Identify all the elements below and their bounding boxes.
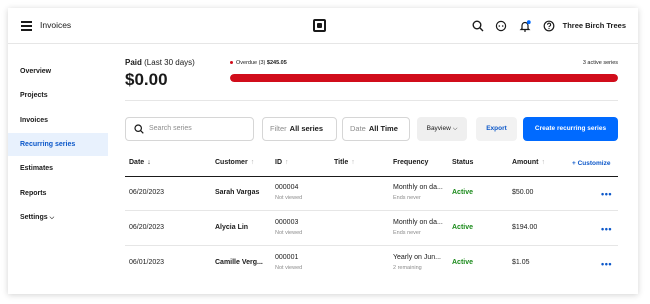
top-bar: Invoices Three Birch Trees: [8, 8, 638, 44]
more-actions-icon[interactable]: •••: [601, 189, 612, 199]
status-badge: Active: [452, 259, 474, 266]
chevron-down-icon: ⌵: [452, 126, 458, 132]
cell-frequency: Yearly on Jun...: [393, 254, 441, 261]
more-actions-icon[interactable]: •••: [601, 259, 612, 269]
sidebar-item-reports[interactable]: Reports: [8, 182, 108, 205]
cell-frequency-ends: Ends never: [393, 195, 421, 201]
search-icon: [134, 124, 144, 134]
sidebar: Overview Projects Invoices Recurring ser…: [8, 44, 108, 294]
export-button[interactable]: Export: [476, 117, 517, 141]
sort-up-icon: ↑: [250, 159, 255, 166]
search-input[interactable]: Search series: [125, 117, 254, 141]
table-row[interactable]: 06/20/2023 Sarah Vargas 000004 Not viewe…: [125, 176, 618, 211]
column-date-label: Date: [129, 159, 145, 166]
date-value: All Time: [368, 124, 398, 133]
cell-id: 000004: [275, 184, 299, 191]
cell-amount: $1.05: [512, 259, 530, 266]
location-label: Bayview: [426, 125, 451, 132]
overdue-amount: $245.05: [266, 60, 287, 66]
cell-customer: Sarah Vargas: [215, 189, 260, 196]
overdue-progress-fill: [230, 74, 618, 82]
app-title: Invoices: [40, 20, 72, 30]
status-badge: Active: [452, 224, 474, 231]
column-header-amount[interactable]: Amount ↑: [512, 159, 545, 166]
column-header-frequency[interactable]: Frequency: [393, 159, 428, 166]
cell-frequency-ends: 2 remaining: [393, 265, 422, 271]
overdue-label: Overdue (3): [236, 60, 266, 66]
sidebar-item-settings-label: Settings: [20, 214, 48, 221]
sort-up-icon: ↑: [285, 159, 289, 166]
overdue-legend: Overdue (3) $245.05: [230, 60, 287, 66]
notifications-icon[interactable]: [519, 20, 531, 32]
paid-label-period: (Last 30 days): [141, 58, 195, 67]
divider: [125, 100, 618, 101]
table-row[interactable]: 06/20/2023 Alycia Lin 000003 Not viewed …: [125, 211, 618, 246]
sidebar-item-recurring-series[interactable]: Recurring series: [8, 133, 108, 156]
cell-frequency: Monthly on da...: [393, 219, 443, 226]
sidebar-item-projects[interactable]: Projects: [8, 84, 108, 107]
business-name[interactable]: Three Birch Trees: [563, 21, 626, 30]
location-dropdown[interactable]: Bayview ⌵: [417, 117, 467, 141]
cell-id-status: Not viewed: [275, 265, 303, 271]
sidebar-item-estimates[interactable]: Estimates: [8, 157, 108, 180]
search-placeholder: Search series: [149, 125, 192, 132]
column-id-label: ID: [275, 159, 282, 166]
column-amount-label: Amount: [512, 159, 539, 166]
cell-amount: $194.00: [512, 224, 538, 231]
status-badge: Active: [452, 189, 474, 196]
column-frequency-label: Frequency: [393, 159, 429, 166]
column-header-status[interactable]: Status: [452, 159, 473, 166]
table-row[interactable]: 06/01/2023 Camille Verg... 000001 Not vi…: [125, 246, 618, 281]
menu-icon[interactable]: [21, 21, 32, 31]
date-dropdown[interactable]: Date All Time: [342, 117, 410, 141]
sort-down-icon: ↓: [147, 159, 151, 166]
column-header-title[interactable]: Title ↑: [334, 159, 355, 166]
filter-dropdown[interactable]: Filter All series: [262, 117, 337, 141]
cell-id: 000001: [275, 254, 299, 261]
column-customer-label: Customer: [215, 159, 248, 166]
active-series-count: 3 active series: [582, 60, 618, 66]
column-status-label: Status: [452, 159, 474, 166]
sidebar-item-settings[interactable]: Settings ⌵: [8, 206, 108, 229]
column-header-date[interactable]: Date ↓: [129, 159, 151, 166]
paid-label-bold: Paid: [125, 58, 142, 67]
paid-amount: $0.00: [125, 70, 168, 89]
cell-amount: $50.00: [512, 189, 534, 196]
cell-id-status: Not viewed: [275, 230, 303, 236]
sidebar-item-overview[interactable]: Overview: [8, 60, 108, 83]
sort-up-icon: ↑: [351, 159, 355, 166]
filter-value: All series: [289, 124, 324, 133]
cell-date: 06/20/2023: [129, 189, 165, 196]
cell-frequency: Monthly on da...: [393, 184, 443, 191]
cell-date: 06/20/2023: [129, 224, 165, 231]
filter-key: Filter: [270, 124, 287, 133]
square-logo-icon[interactable]: [313, 19, 326, 32]
help-icon[interactable]: [543, 20, 555, 32]
search-icon[interactable]: [472, 20, 484, 32]
chevron-down-icon: ⌵: [49, 215, 55, 221]
paid-label: Paid (Last 30 days): [125, 58, 195, 67]
more-actions-icon[interactable]: •••: [601, 224, 612, 234]
app-window: Invoices Three Birch Trees Overview Proj…: [8, 8, 638, 294]
cell-date: 06/01/2023: [129, 259, 165, 266]
sidebar-item-invoices[interactable]: Invoices: [8, 109, 108, 132]
cell-frequency-ends: Ends never: [393, 230, 421, 236]
column-title-label: Title: [334, 159, 349, 166]
customize-columns-link[interactable]: + Customize: [572, 160, 610, 167]
column-header-customer[interactable]: Customer ↑: [215, 159, 254, 166]
cell-customer: Camille Verg...: [215, 259, 263, 266]
overdue-dot-icon: [230, 61, 233, 65]
column-header-id[interactable]: ID ↑: [275, 159, 289, 166]
cell-id-status: Not viewed: [275, 195, 303, 201]
cell-customer: Alycia Lin: [215, 224, 249, 231]
date-key: Date: [350, 124, 366, 133]
sort-up-icon: ↑: [541, 159, 545, 166]
overdue-progress-bar: [230, 74, 618, 82]
create-recurring-series-button[interactable]: Create recurring series: [523, 117, 618, 141]
cell-id: 000003: [275, 219, 299, 226]
messages-icon[interactable]: [495, 20, 507, 32]
